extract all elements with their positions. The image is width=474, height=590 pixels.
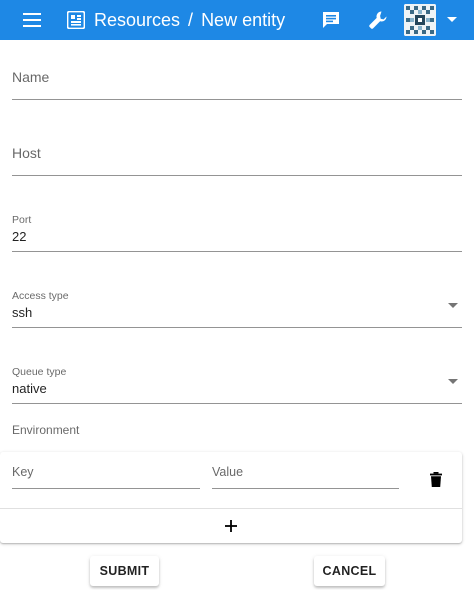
host-field[interactable]: Host bbox=[12, 136, 462, 178]
env-key-underline bbox=[12, 488, 200, 489]
wrench-icon[interactable] bbox=[366, 8, 390, 32]
account-menu-chevron-down-icon[interactable] bbox=[442, 10, 462, 30]
port-value: 22 bbox=[12, 229, 27, 244]
add-env-plus-icon[interactable] bbox=[219, 514, 243, 538]
env-divider bbox=[0, 508, 462, 509]
access-type-chevron-down-icon[interactable] bbox=[448, 303, 458, 308]
queue-type-chevron-down-icon[interactable] bbox=[448, 379, 458, 384]
menu-icon[interactable] bbox=[20, 8, 44, 32]
host-underline bbox=[12, 175, 462, 176]
name-field[interactable]: Name bbox=[12, 60, 462, 102]
queue-type-label: Queue type bbox=[12, 366, 67, 378]
environment-card: Key Value bbox=[0, 452, 462, 543]
name-underline bbox=[12, 99, 462, 100]
port-underline bbox=[12, 251, 462, 252]
env-value-input[interactable]: Value bbox=[212, 460, 399, 490]
env-key-placeholder: Key bbox=[12, 465, 34, 479]
delete-icon[interactable] bbox=[425, 468, 447, 490]
breadcrumb: Resources / New entity bbox=[94, 7, 285, 33]
queue-type-underline bbox=[12, 403, 462, 404]
access-type-value: ssh bbox=[12, 305, 33, 320]
port-label: Port bbox=[12, 214, 32, 226]
env-value-placeholder: Value bbox=[212, 465, 244, 479]
access-type-underline bbox=[12, 327, 462, 328]
avatar[interactable] bbox=[404, 4, 436, 36]
port-field[interactable]: Port 22 bbox=[12, 210, 462, 254]
access-type-label: Access type bbox=[12, 290, 69, 302]
access-type-select[interactable]: Access type ssh bbox=[12, 286, 462, 330]
breadcrumb-separator: / bbox=[188, 10, 194, 30]
cancel-button[interactable]: CANCEL bbox=[314, 556, 385, 586]
app-bar: Resources / New entity bbox=[0, 0, 474, 40]
queue-type-select[interactable]: Queue type native bbox=[12, 362, 462, 406]
env-key-input[interactable]: Key bbox=[12, 460, 200, 490]
chat-icon[interactable] bbox=[319, 8, 343, 32]
host-label: Host bbox=[12, 145, 41, 161]
resources-icon bbox=[64, 8, 88, 32]
environment-title: Environment bbox=[12, 423, 80, 437]
queue-type-value: native bbox=[12, 381, 47, 396]
env-value-underline bbox=[212, 488, 399, 489]
breadcrumb-resources[interactable]: Resources bbox=[94, 7, 180, 33]
name-label: Name bbox=[12, 69, 50, 85]
page-title: New entity bbox=[201, 10, 286, 30]
submit-button[interactable]: SUBMIT bbox=[90, 556, 159, 586]
